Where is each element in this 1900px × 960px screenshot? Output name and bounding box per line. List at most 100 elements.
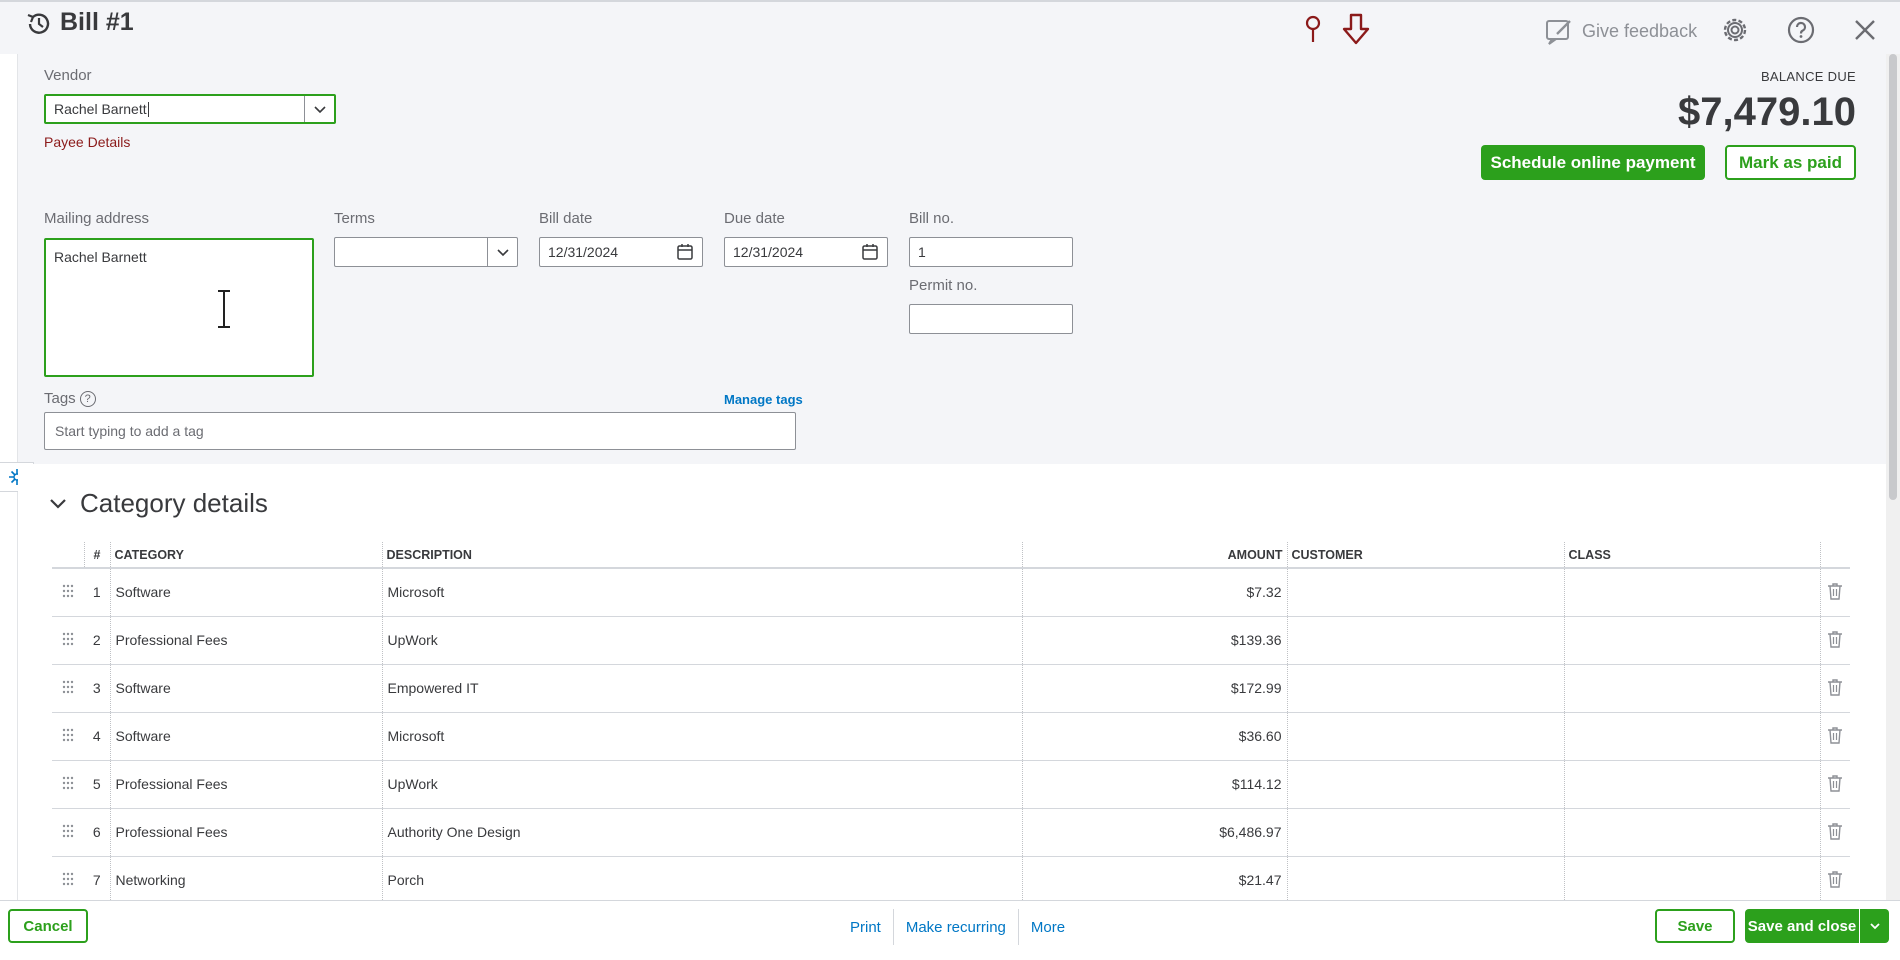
row-category[interactable]: Professional Fees bbox=[110, 808, 383, 857]
vendor-select[interactable]: Rachel Barnett bbox=[44, 94, 336, 124]
row-category[interactable]: Networking bbox=[110, 856, 383, 905]
permit-no-field[interactable] bbox=[909, 304, 1073, 334]
row-description[interactable]: Microsoft bbox=[382, 712, 1023, 761]
drag-column-header bbox=[52, 542, 85, 569]
row-amount[interactable]: $114.12 bbox=[1022, 760, 1288, 809]
save-and-close-button[interactable]: Save and close bbox=[1745, 909, 1889, 943]
row-category[interactable]: Software bbox=[110, 568, 383, 617]
tags-placeholder: Start typing to add a tag bbox=[55, 423, 204, 439]
scrollbar-thumb[interactable] bbox=[1889, 54, 1897, 500]
tags-help-icon[interactable]: ? bbox=[79, 391, 96, 408]
table-row[interactable]: 6 Professional Fees Authority One Design $6… bbox=[52, 808, 1850, 857]
table-row[interactable]: 3 Software Empowered IT $172.99 bbox=[52, 664, 1850, 713]
row-description[interactable]: UpWork bbox=[382, 616, 1023, 665]
row-category[interactable]: Software bbox=[110, 664, 383, 713]
row-description[interactable]: Porch bbox=[382, 856, 1023, 905]
trash-icon[interactable] bbox=[1820, 568, 1850, 617]
row-amount[interactable]: $36.60 bbox=[1022, 712, 1288, 761]
help-icon[interactable] bbox=[1786, 15, 1816, 45]
chevron-down-icon bbox=[496, 249, 509, 257]
row-number: 4 bbox=[84, 712, 111, 761]
give-feedback-button[interactable]: Give feedback bbox=[1544, 16, 1697, 46]
more-link[interactable]: More bbox=[1019, 909, 1077, 945]
vendor-dropdown-button[interactable] bbox=[304, 96, 334, 122]
print-link[interactable]: Print bbox=[838, 909, 893, 945]
row-description[interactable]: Microsoft bbox=[382, 568, 1023, 617]
save-button[interactable]: Save bbox=[1655, 909, 1735, 943]
column-header-customer: CUSTOMER bbox=[1287, 542, 1565, 569]
tags-label-group: Tags? bbox=[44, 390, 96, 408]
schedule-online-payment-button[interactable]: Schedule online payment bbox=[1481, 145, 1705, 180]
manage-tags-link[interactable]: Manage tags bbox=[724, 392, 803, 407]
drag-handle-icon[interactable] bbox=[52, 568, 84, 617]
terms-dropdown-button[interactable] bbox=[487, 238, 517, 266]
due-date-field[interactable]: 12/31/2024 bbox=[724, 237, 888, 267]
gear-icon[interactable] bbox=[1720, 15, 1750, 45]
row-description[interactable]: Authority One Design bbox=[382, 808, 1023, 857]
scrollbar[interactable] bbox=[1886, 54, 1900, 900]
row-category[interactable]: Professional Fees bbox=[110, 616, 383, 665]
row-customer[interactable] bbox=[1287, 808, 1565, 857]
row-amount[interactable]: $172.99 bbox=[1022, 664, 1288, 713]
calendar-icon[interactable] bbox=[861, 243, 879, 261]
trash-icon[interactable] bbox=[1820, 856, 1850, 905]
mailing-address-field[interactable]: Rachel Barnett bbox=[44, 238, 314, 377]
row-amount[interactable]: $21.47 bbox=[1022, 856, 1288, 905]
drag-handle-icon[interactable] bbox=[52, 664, 84, 713]
row-customer[interactable] bbox=[1287, 760, 1565, 809]
drag-handle-icon[interactable] bbox=[52, 760, 84, 809]
row-amount[interactable]: $7.32 bbox=[1022, 568, 1288, 617]
row-description[interactable]: Empowered IT bbox=[382, 664, 1023, 713]
table-row[interactable]: 2 Professional Fees UpWork $139.36 bbox=[52, 616, 1850, 665]
drag-handle-icon[interactable] bbox=[52, 616, 84, 665]
download-arrow-icon[interactable] bbox=[1340, 12, 1372, 46]
location-pin-icon[interactable] bbox=[1302, 14, 1324, 44]
trash-icon[interactable] bbox=[1820, 616, 1850, 665]
trash-icon[interactable] bbox=[1820, 808, 1850, 857]
row-class[interactable] bbox=[1564, 856, 1821, 905]
row-class[interactable] bbox=[1564, 760, 1821, 809]
table-row[interactable]: 1 Software Microsoft $7.32 bbox=[52, 568, 1850, 617]
row-category[interactable]: Professional Fees bbox=[110, 760, 383, 809]
row-class[interactable] bbox=[1564, 616, 1821, 665]
mark-as-paid-button[interactable]: Mark as paid bbox=[1725, 145, 1856, 180]
trash-icon[interactable] bbox=[1820, 664, 1850, 713]
row-customer[interactable] bbox=[1287, 712, 1565, 761]
table-row[interactable]: 4 Software Microsoft $36.60 bbox=[52, 712, 1850, 761]
payee-details-link[interactable]: Payee Details bbox=[44, 134, 130, 150]
make-recurring-link[interactable]: Make recurring bbox=[894, 909, 1018, 945]
close-icon[interactable] bbox=[1852, 17, 1878, 43]
column-header-amount: AMOUNT bbox=[1022, 542, 1288, 569]
calendar-icon[interactable] bbox=[676, 243, 694, 261]
bill-no-field[interactable]: 1 bbox=[909, 237, 1073, 267]
vendor-label: Vendor bbox=[44, 67, 92, 84]
tags-input[interactable]: Start typing to add a tag bbox=[44, 412, 796, 450]
row-description[interactable]: UpWork bbox=[382, 760, 1023, 809]
table-row[interactable]: 5 Professional Fees UpWork $114.12 bbox=[52, 760, 1850, 809]
row-class[interactable] bbox=[1564, 808, 1821, 857]
drag-handle-icon[interactable] bbox=[52, 712, 84, 761]
row-category[interactable]: Software bbox=[110, 712, 383, 761]
trash-icon[interactable] bbox=[1820, 760, 1850, 809]
cancel-button[interactable]: Cancel bbox=[8, 909, 88, 943]
save-options-dropdown[interactable] bbox=[1859, 909, 1889, 943]
top-bar: Bill #1 Give feedback bbox=[0, 0, 1900, 54]
row-customer[interactable] bbox=[1287, 664, 1565, 713]
drag-handle-icon[interactable] bbox=[52, 808, 84, 857]
row-class[interactable] bbox=[1564, 664, 1821, 713]
row-amount[interactable]: $6,486.97 bbox=[1022, 808, 1288, 857]
trash-icon[interactable] bbox=[1820, 712, 1850, 761]
row-customer[interactable] bbox=[1287, 568, 1565, 617]
row-amount[interactable]: $139.36 bbox=[1022, 616, 1288, 665]
row-customer[interactable] bbox=[1287, 616, 1565, 665]
category-details-header[interactable]: Category details bbox=[48, 488, 268, 519]
terms-select[interactable] bbox=[334, 237, 518, 267]
drag-handle-icon[interactable] bbox=[52, 856, 84, 905]
bill-date-field[interactable]: 12/31/2024 bbox=[539, 237, 703, 267]
history-icon[interactable] bbox=[24, 9, 54, 39]
row-class[interactable] bbox=[1564, 568, 1821, 617]
row-class[interactable] bbox=[1564, 712, 1821, 761]
row-number: 5 bbox=[84, 760, 111, 809]
row-customer[interactable] bbox=[1287, 856, 1565, 905]
table-row[interactable]: 7 Networking Porch $21.47 bbox=[52, 856, 1850, 905]
